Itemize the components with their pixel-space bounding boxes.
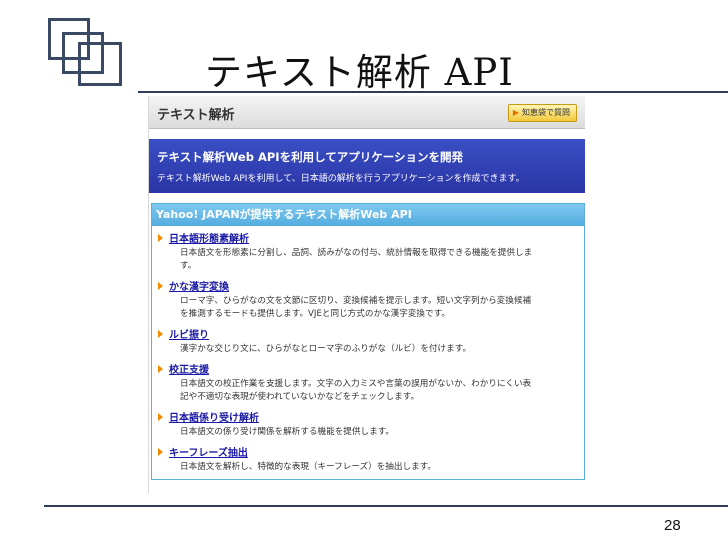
desc-line: 日本語文の校正作業を支援します。文字の入力ミスや言葉の誤用がないか、わかりにくい… bbox=[180, 379, 532, 389]
page-number: 28 bbox=[664, 517, 681, 534]
logo-square-3 bbox=[78, 42, 122, 86]
bullet-arrow-icon bbox=[158, 281, 163, 290]
desc-line: ローマ字、ひらがなの文を文節に区切り、変換候補を提示します。短い文字列から変換候… bbox=[180, 296, 532, 306]
slide-logo-icon bbox=[48, 18, 126, 88]
list-item: 日本語係り受け解析 日本語文の係り受け関係を解析する機能を提供します。 bbox=[158, 409, 578, 439]
list-item: ルビ振り 漢字かな交じり文に、ひらがなとローマ字のふりがな（ルビ）を付けます。 bbox=[158, 326, 578, 356]
api-list: 日本語形態素解析 日本語文を形態素に分割し、品詞、読みがなの付与、統計情報を取得… bbox=[152, 226, 584, 474]
desc-line: 記や不適切な表現が使われていないかなどをチェックします。 bbox=[180, 392, 420, 402]
list-item: 校正支援 日本語文の校正作業を支援します。文字の入力ミスや言葉の誤用がないか、わ… bbox=[158, 361, 578, 404]
api-list-box: Yahoo! JAPANが提供するテキスト解析Web API 日本語形態素解析 … bbox=[151, 203, 585, 480]
list-item: キーフレーズ抽出 日本語文を解析し、特徴的な表現（キーフレーズ）を抽出します。 bbox=[158, 444, 578, 474]
bullet-arrow-icon bbox=[158, 233, 163, 242]
api-link-kana-kanji[interactable]: かな漢字変換 bbox=[169, 278, 229, 293]
api-link-furigana[interactable]: ルビ振り bbox=[169, 326, 209, 341]
banner-title: テキスト解析Web APIを利用してアプリケーションを開発 bbox=[157, 150, 463, 164]
bullet-arrow-icon bbox=[158, 329, 163, 338]
api-link-proofreading[interactable]: 校正支援 bbox=[169, 361, 209, 376]
api-link-morphological[interactable]: 日本語形態素解析 bbox=[169, 230, 249, 245]
api-list-heading: Yahoo! JAPANが提供するテキスト解析Web API bbox=[152, 204, 584, 226]
list-item: かな漢字変換 ローマ字、ひらがなの文を文節に区切り、変換候補を提示します。短い文… bbox=[158, 278, 578, 321]
api-description: ローマ字、ひらがなの文を文節に区切り、変換候補を提示します。短い文字列から変換候… bbox=[158, 295, 578, 321]
desc-line: 日本語文を形態素に分割し、品詞、読みがなの付与、統計情報を取得できる機能を提供し… bbox=[180, 248, 533, 258]
ask-chiebukuro-button[interactable]: ▶ 知恵袋で質問 bbox=[507, 104, 577, 122]
desc-line: す。 bbox=[180, 261, 197, 271]
desc-line: を推測するモードも提供します。VJEと同じ方式のかな漢字変換です。 bbox=[180, 309, 450, 319]
api-description: 漢字かな交じり文に、ひらがなとローマ字のふりがな（ルビ）を付けます。 bbox=[158, 343, 578, 356]
slide-title: テキスト解析 API bbox=[205, 51, 514, 94]
bullet-arrow-icon bbox=[158, 364, 163, 373]
footer-divider bbox=[44, 505, 728, 507]
api-description: 日本語文の係り受け関係を解析する機能を提供します。 bbox=[158, 426, 578, 439]
page-header: テキスト解析 ▶ 知恵袋で質問 bbox=[149, 96, 585, 129]
desc-line: 漢字かな交じり文に、ひらがなとローマ字のふりがな（ルビ）を付けます。 bbox=[180, 344, 472, 354]
bullet-arrow-icon bbox=[158, 447, 163, 456]
list-item: 日本語形態素解析 日本語文を形態素に分割し、品詞、読みがなの付与、統計情報を取得… bbox=[158, 230, 578, 273]
bullet-arrow-icon bbox=[158, 412, 163, 421]
webpage-screenshot: テキスト解析 ▶ 知恵袋で質問 テキスト解析Web APIを利用してアプリケーショ… bbox=[148, 96, 585, 493]
desc-line: 日本語文の係り受け関係を解析する機能を提供します。 bbox=[180, 427, 394, 437]
api-description: 日本語文を解析し、特徴的な表現（キーフレーズ）を抽出します。 bbox=[158, 461, 578, 474]
intro-banner: テキスト解析Web APIを利用してアプリケーションを開発 テキスト解析Web … bbox=[149, 139, 585, 193]
api-description: 日本語文の校正作業を支援します。文字の入力ミスや言葉の誤用がないか、わかりにくい… bbox=[158, 378, 578, 404]
play-arrow-icon: ▶ bbox=[512, 108, 519, 117]
ask-button-label: 知恵袋で質問 bbox=[522, 108, 570, 117]
title-divider bbox=[138, 91, 728, 93]
banner-subtitle: テキスト解析Web APIを利用して、日本語の解析を行うアプリケーションを作成で… bbox=[157, 174, 525, 184]
page-header-title: テキスト解析 bbox=[157, 108, 235, 123]
api-link-keyphrase[interactable]: キーフレーズ抽出 bbox=[169, 444, 248, 459]
api-description: 日本語文を形態素に分割し、品詞、読みがなの付与、統計情報を取得できる機能を提供し… bbox=[158, 247, 578, 273]
api-link-dependency[interactable]: 日本語係り受け解析 bbox=[169, 409, 259, 424]
desc-line: 日本語文を解析し、特徴的な表現（キーフレーズ）を抽出します。 bbox=[180, 462, 437, 472]
